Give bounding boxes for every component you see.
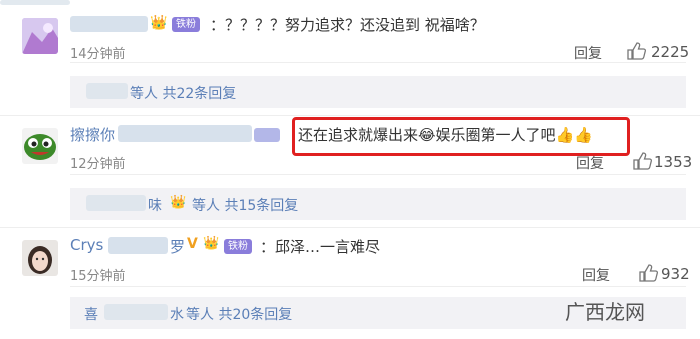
reply-author-tail[interactable]: 水 [170, 304, 184, 324]
reply-author-start[interactable]: 喜 [84, 304, 98, 324]
reply-summary-bar[interactable] [70, 188, 686, 220]
avatar-image [22, 18, 58, 54]
reply-summary[interactable]: 等人 共15条回复 [192, 195, 298, 215]
reply-summary[interactable]: 等人 共22条回复 [130, 83, 236, 103]
comment-time: 12分钟前 [70, 157, 126, 172]
reply-author[interactable] [104, 304, 168, 320]
cropped-top-text [0, 0, 70, 5]
comment-time: 15分钟前 [70, 269, 126, 284]
reply-button[interactable]: 回复 [574, 43, 602, 63]
reply-author-tail[interactable]: 味 [148, 195, 162, 215]
commenter-name-blurred [108, 237, 168, 254]
like-icon[interactable] [626, 42, 646, 60]
avatar-image [22, 128, 58, 164]
fan-badge [254, 128, 280, 142]
divider [0, 227, 700, 228]
divider [70, 174, 686, 175]
divider [70, 62, 686, 63]
like-count: 2225 [651, 43, 690, 61]
watermark: 广西龙网 [565, 296, 645, 325]
commenter-name-tail[interactable]: 罗 [170, 236, 185, 257]
crown-icon: 👑 [170, 195, 187, 210]
crown-icon: 👑 [150, 15, 168, 31]
commenter-name-blurred [118, 125, 252, 142]
crown-icon: 👑 [203, 236, 220, 251]
avatar[interactable] [22, 240, 58, 276]
commenter-name[interactable] [70, 14, 148, 32]
avatar-image [22, 240, 58, 276]
reply-summary[interactable]: 等人 共20条回复 [186, 304, 292, 324]
like-count: 932 [661, 265, 690, 283]
watermark-text: 广西龙网 [565, 300, 645, 324]
comment-text: 还在追求就爆出来😂娱乐圈第一人了吧👍👍 [298, 126, 593, 144]
v-badge-icon: V [187, 236, 198, 252]
avatar[interactable] [22, 128, 58, 164]
commenter-name[interactable]: Crys [70, 236, 103, 254]
commenter-name[interactable]: 擦擦你 [70, 124, 115, 145]
fan-badge: 铁粉 [172, 17, 200, 32]
like-icon[interactable] [632, 152, 652, 170]
reply-button[interactable]: 回复 [576, 153, 604, 173]
like-icon[interactable] [638, 264, 658, 282]
comment-text: ：邱泽…一言难尽 [260, 238, 381, 256]
reply-author[interactable] [86, 195, 146, 211]
divider [70, 286, 686, 287]
reply-author[interactable] [86, 83, 128, 99]
avatar[interactable] [22, 18, 58, 54]
like-count: 1353 [654, 153, 693, 171]
comment-text: ：？？？？努力追求？还没追到 祝福啥？ [210, 16, 485, 34]
divider [0, 115, 700, 116]
comment-time: 14分钟前 [70, 47, 126, 62]
reply-button[interactable]: 回复 [582, 265, 610, 285]
fan-badge: 铁粉 [224, 239, 252, 254]
